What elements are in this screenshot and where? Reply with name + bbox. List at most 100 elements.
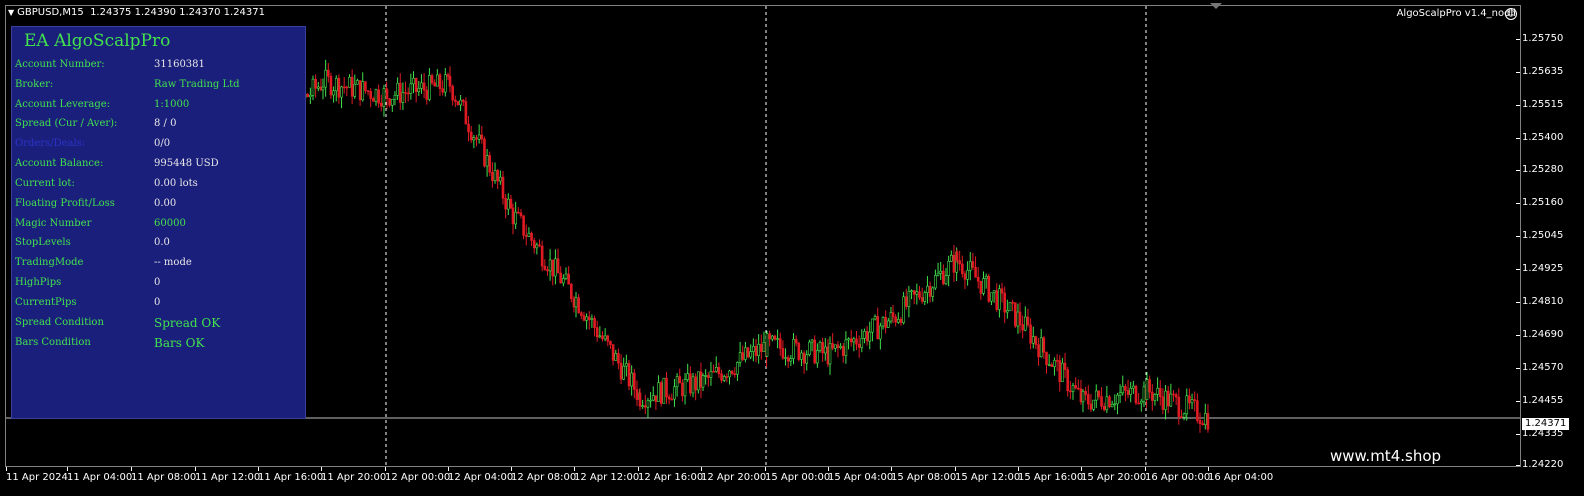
bull-candle	[792, 339, 795, 359]
bear-candle	[556, 258, 560, 274]
bull-candle	[879, 325, 882, 340]
smiley-icon[interactable]: ☺	[1505, 8, 1517, 20]
bear-candle	[438, 74, 442, 89]
price-tick-label: 1.25045	[1515, 230, 1564, 241]
bear-candle	[918, 291, 921, 298]
bear-candle	[1066, 369, 1069, 392]
bear-candle	[865, 331, 869, 342]
bull-candle	[1110, 403, 1114, 408]
bull-candle	[614, 353, 618, 361]
bear-candle	[1108, 396, 1111, 408]
bear-candle	[768, 333, 771, 340]
time-tick-label: 11 Apr 2024	[6, 467, 68, 483]
symbol-label: GBPUSD,M15	[17, 7, 84, 18]
bear-candle	[572, 298, 576, 308]
bull-candle	[472, 137, 476, 141]
bull-candle	[1140, 400, 1143, 404]
bull-candle	[622, 365, 626, 380]
bull-candle	[1129, 387, 1132, 395]
bull-candle	[1164, 390, 1167, 410]
bear-candle	[398, 82, 402, 103]
price-tick-label: 1.24925	[1515, 263, 1564, 274]
bear-candle	[456, 101, 460, 106]
bull-candle	[514, 211, 517, 225]
price-tick-label: 1.25280	[1515, 164, 1564, 175]
bear-candle	[543, 265, 547, 270]
bull-candle	[309, 94, 312, 98]
bull-candle	[428, 75, 431, 100]
bear-candle	[609, 340, 612, 345]
bear-candle	[587, 316, 591, 320]
bull-candle	[574, 297, 578, 308]
bull-candle	[1145, 379, 1149, 400]
bear-candle	[976, 277, 980, 282]
bull-candle	[1113, 403, 1117, 406]
bear-candle	[582, 315, 586, 321]
bear-candle	[377, 89, 380, 104]
panel-row-label: Current lot:	[15, 178, 75, 189]
bull-candle	[1185, 395, 1189, 415]
bear-candle	[1034, 336, 1038, 345]
bull-candle	[646, 400, 650, 408]
bear-candle	[884, 317, 887, 328]
bear-candle	[1134, 385, 1138, 404]
bull-candle	[765, 333, 769, 357]
bear-candle	[446, 74, 450, 77]
bull-candle	[762, 342, 766, 352]
bear-candle	[899, 318, 903, 323]
bull-candle	[1023, 316, 1027, 331]
bull-candle	[356, 80, 359, 85]
bear-candle	[1026, 316, 1030, 326]
bear-candle	[1079, 388, 1083, 403]
bear-candle	[619, 362, 623, 380]
bear-candle	[350, 76, 354, 97]
bear-candle	[1097, 390, 1101, 397]
bull-candle	[401, 92, 405, 103]
bull-candle	[412, 77, 415, 85]
bear-candle	[1003, 292, 1007, 313]
bull-candle	[499, 176, 502, 182]
time-tick-label: 15 Apr 16:00	[1018, 467, 1084, 483]
bear-candle	[1174, 394, 1178, 398]
bull-candle	[554, 258, 557, 277]
triangle-down-icon[interactable]: ▼	[8, 8, 14, 17]
bear-candle	[831, 343, 834, 349]
bear-candle	[778, 338, 782, 349]
time-tick-label: 12 Apr 00:00	[385, 467, 451, 483]
bear-candle	[855, 338, 858, 345]
bull-candle	[675, 376, 679, 388]
panel-row-value: Bars OK	[154, 336, 205, 350]
bear-candle	[730, 370, 734, 374]
bear-candle	[958, 260, 961, 265]
bear-candle	[638, 392, 642, 407]
bear-candle	[773, 335, 777, 340]
bear-candle	[1126, 390, 1130, 395]
panel-row-label: Bars Condition	[15, 337, 91, 348]
bear-candle	[306, 93, 310, 98]
bear-candle	[1013, 302, 1017, 327]
bear-candle	[754, 346, 758, 357]
panel-row-value: 0	[154, 297, 161, 308]
price-tick-label: 1.25160	[1515, 197, 1564, 208]
panel-row-label: Magic Number	[15, 218, 92, 229]
bull-candle	[420, 82, 423, 89]
bull-candle	[1116, 394, 1119, 405]
chart-shift-marker[interactable]	[1210, 3, 1222, 9]
bear-candle	[516, 211, 520, 214]
time-tick-label: 15 Apr 04:00	[828, 467, 894, 483]
time-tick-label: 16 Apr 04:00	[1208, 467, 1274, 483]
bear-candle	[876, 316, 880, 340]
bull-candle	[598, 335, 602, 338]
panel-row-value: 0/0	[154, 138, 171, 149]
bear-candle	[979, 280, 983, 294]
panel-row-label: Account Number:	[15, 59, 105, 70]
panel-title: EA AlgoScalpPro	[24, 31, 171, 51]
bear-candle	[665, 377, 668, 398]
bull-candle	[1081, 391, 1085, 403]
bear-candle	[422, 82, 426, 91]
bear-candle	[364, 81, 367, 92]
bull-candle	[374, 89, 378, 102]
bull-candle	[886, 320, 890, 328]
bear-candle	[488, 155, 492, 173]
bull-candle	[709, 370, 713, 378]
